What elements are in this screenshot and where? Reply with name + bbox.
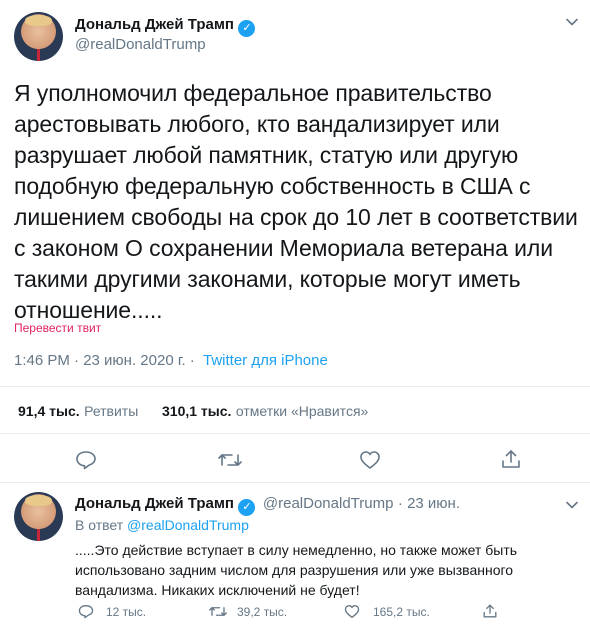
retweet-icon[interactable] <box>218 450 242 470</box>
tweet-metadata: 1:46 PM · 23 июн. 2020 г. · Twitter для … <box>14 352 328 369</box>
retweet-count: 39,2 тыс. <box>237 604 288 619</box>
retweets-count: 91,4 тыс. <box>18 403 80 419</box>
reply-author-handle[interactable]: @realDonaldTrump <box>263 495 394 512</box>
retweets-label: Ретвиты <box>84 403 139 419</box>
divider <box>0 433 590 434</box>
reply-like-action[interactable]: 165,2 тыс. <box>344 604 430 619</box>
author-name[interactable]: Дональд Джей Трамп <box>75 16 234 33</box>
reply-reply-action[interactable]: 12 тыс. <box>78 604 146 619</box>
tweet-timestamp[interactable]: 1:46 PM · 23 июн. 2020 г. · <box>14 352 195 369</box>
verified-badge-icon: ✓ <box>238 499 256 516</box>
reply-count: 12 тыс. <box>106 604 147 619</box>
tweet-source-link[interactable]: Twitter для iPhone <box>203 352 328 369</box>
likes-label: отметки «Нравится» <box>235 403 369 419</box>
likes-stat[interactable]: 310,1 тыс. отметки «Нравится» <box>162 403 368 421</box>
tweet-text: Я уполномочил федеральное правительство … <box>14 80 578 323</box>
in-reply-handle[interactable]: @realDonaldTrump <box>127 517 249 533</box>
chevron-down-icon[interactable] <box>565 498 579 512</box>
share-icon[interactable] <box>500 448 522 470</box>
verified-badge-icon: ✓ <box>238 20 256 37</box>
reply-date[interactable]: · 23 июн. <box>398 495 460 512</box>
reply-text: .....Это действие вступает в силу немедл… <box>75 542 518 598</box>
reply-icon[interactable] <box>78 604 94 619</box>
author-name-row[interactable]: Дональд Джей Трамп ✓ <box>75 16 256 37</box>
reply-icon[interactable] <box>75 450 97 470</box>
reply-retweet-action[interactable]: 39,2 тыс. <box>209 604 287 619</box>
author-handle[interactable]: @realDonaldTrump <box>75 36 206 53</box>
retweets-stat[interactable]: 91,4 тыс. Ретвиты <box>18 403 138 421</box>
reply-author-avatar[interactable] <box>14 492 63 541</box>
like-count: 165,2 тыс. <box>373 604 430 619</box>
divider <box>0 386 590 387</box>
retweet-icon[interactable] <box>209 604 227 619</box>
share-icon[interactable] <box>482 603 498 619</box>
likes-count: 310,1 тыс. <box>162 403 232 419</box>
in-reply-prefix: В ответ <box>75 517 124 533</box>
divider <box>0 482 590 483</box>
heart-icon[interactable] <box>344 604 360 619</box>
in-reply-to: В ответ @realDonaldTrump <box>75 517 249 533</box>
chevron-down-icon[interactable] <box>565 15 579 29</box>
author-avatar[interactable] <box>14 12 63 61</box>
translate-link[interactable]: Перевести твит <box>14 321 101 335</box>
reply-author-name[interactable]: Дональд Джей Трамп <box>75 495 234 512</box>
reply-header: Дональд Джей Трамп ✓ @realDonaldTrump · … <box>75 495 460 516</box>
heart-icon[interactable] <box>359 450 381 470</box>
